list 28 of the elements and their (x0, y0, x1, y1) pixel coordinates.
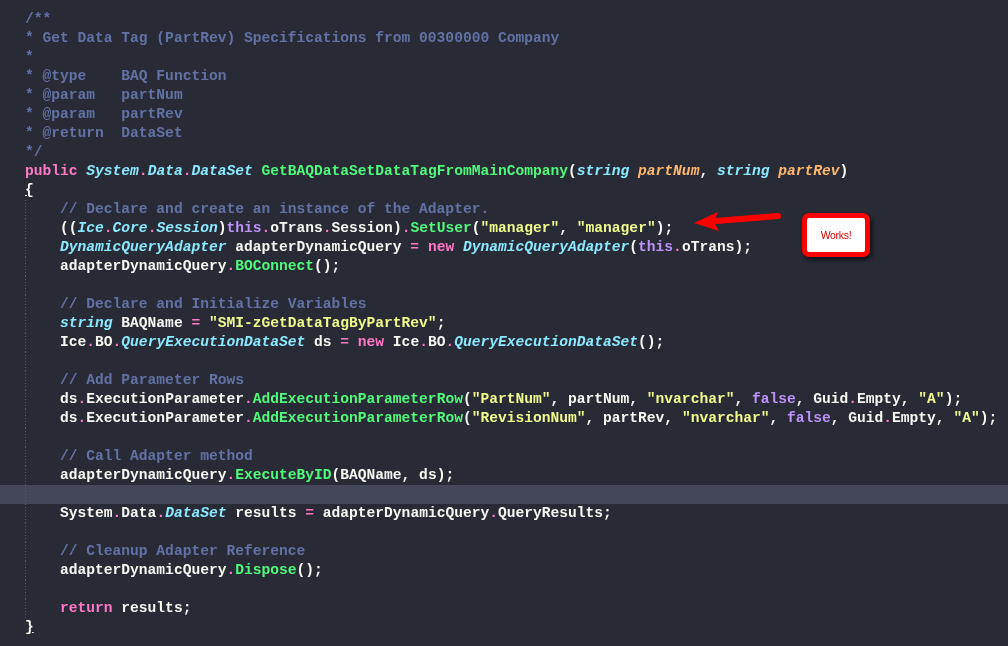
code-line: ds.ExecutionParameter.AddExecutionParameterRow("RevisionNum", partRev, "nvarchar", false, Guid.Empty, "A"); (59, 410, 998, 426)
code-line: Ice.BO.QueryExecutionDataSet ds = new Ice.BO.QueryExecutionDataSet(); (59, 334, 665, 350)
code-line: System.Data.DataSet results = adapterDynamicQuery.QueryResults; (59, 505, 612, 521)
code-line: adapterDynamicQuery.BOConnect(); (59, 258, 341, 274)
code-line: adapterDynamicQuery.Dispose(); (59, 562, 323, 578)
code-comment: * (25, 49, 34, 65)
code-comment: * Get Data Tag (PartRev) Specifications from 00300000 Company (25, 30, 560, 46)
code-line: adapterDynamicQuery.ExecuteByID(BAQName, ds); (59, 467, 455, 483)
code-comment: // Declare and create an instance of the Adapter. (59, 201, 490, 217)
code-comment: */ (25, 144, 43, 160)
code-comment: * @return DataSet (25, 125, 183, 141)
code-comment: * @param partRev (25, 106, 183, 122)
code-line: } (25, 619, 34, 635)
code-line: ((Ice.Core.Session)this.oTrans.Session).SetUser("manager", "manager"); (59, 220, 674, 236)
code-line: DynamicQueryAdapter adapterDynamicQuery = new DynamicQueryAdapter(this.oTrans); (59, 239, 752, 255)
code-line: return results; (59, 600, 192, 616)
callout-note: Works! (802, 213, 870, 257)
code-comment: // Declare and Initialize Variables (59, 296, 367, 312)
code-comment: // Cleanup Adapter Reference (59, 543, 306, 559)
code-comment: * @type BAQ Function (25, 68, 227, 84)
code-line: { (25, 182, 34, 198)
code-comment: * @param partNum (25, 87, 183, 103)
code-line: string BAQName = "SMI-zGetDataTagByPartRev"; (59, 315, 446, 331)
code-comment: /** (25, 11, 52, 27)
code-comment: // Add Parameter Rows (59, 372, 244, 388)
code-line: ds.ExecutionParameter.AddExecutionParameterRow("PartNum", partNum, "nvarchar", false, Guid.Empty, "A"); (59, 391, 963, 407)
code-comment: // Call Adapter method (59, 448, 253, 464)
code-line: public System.Data.DataSet GetBAQDataSetDataTagFromMainCompany(string partNum, string partRev) (25, 163, 849, 179)
